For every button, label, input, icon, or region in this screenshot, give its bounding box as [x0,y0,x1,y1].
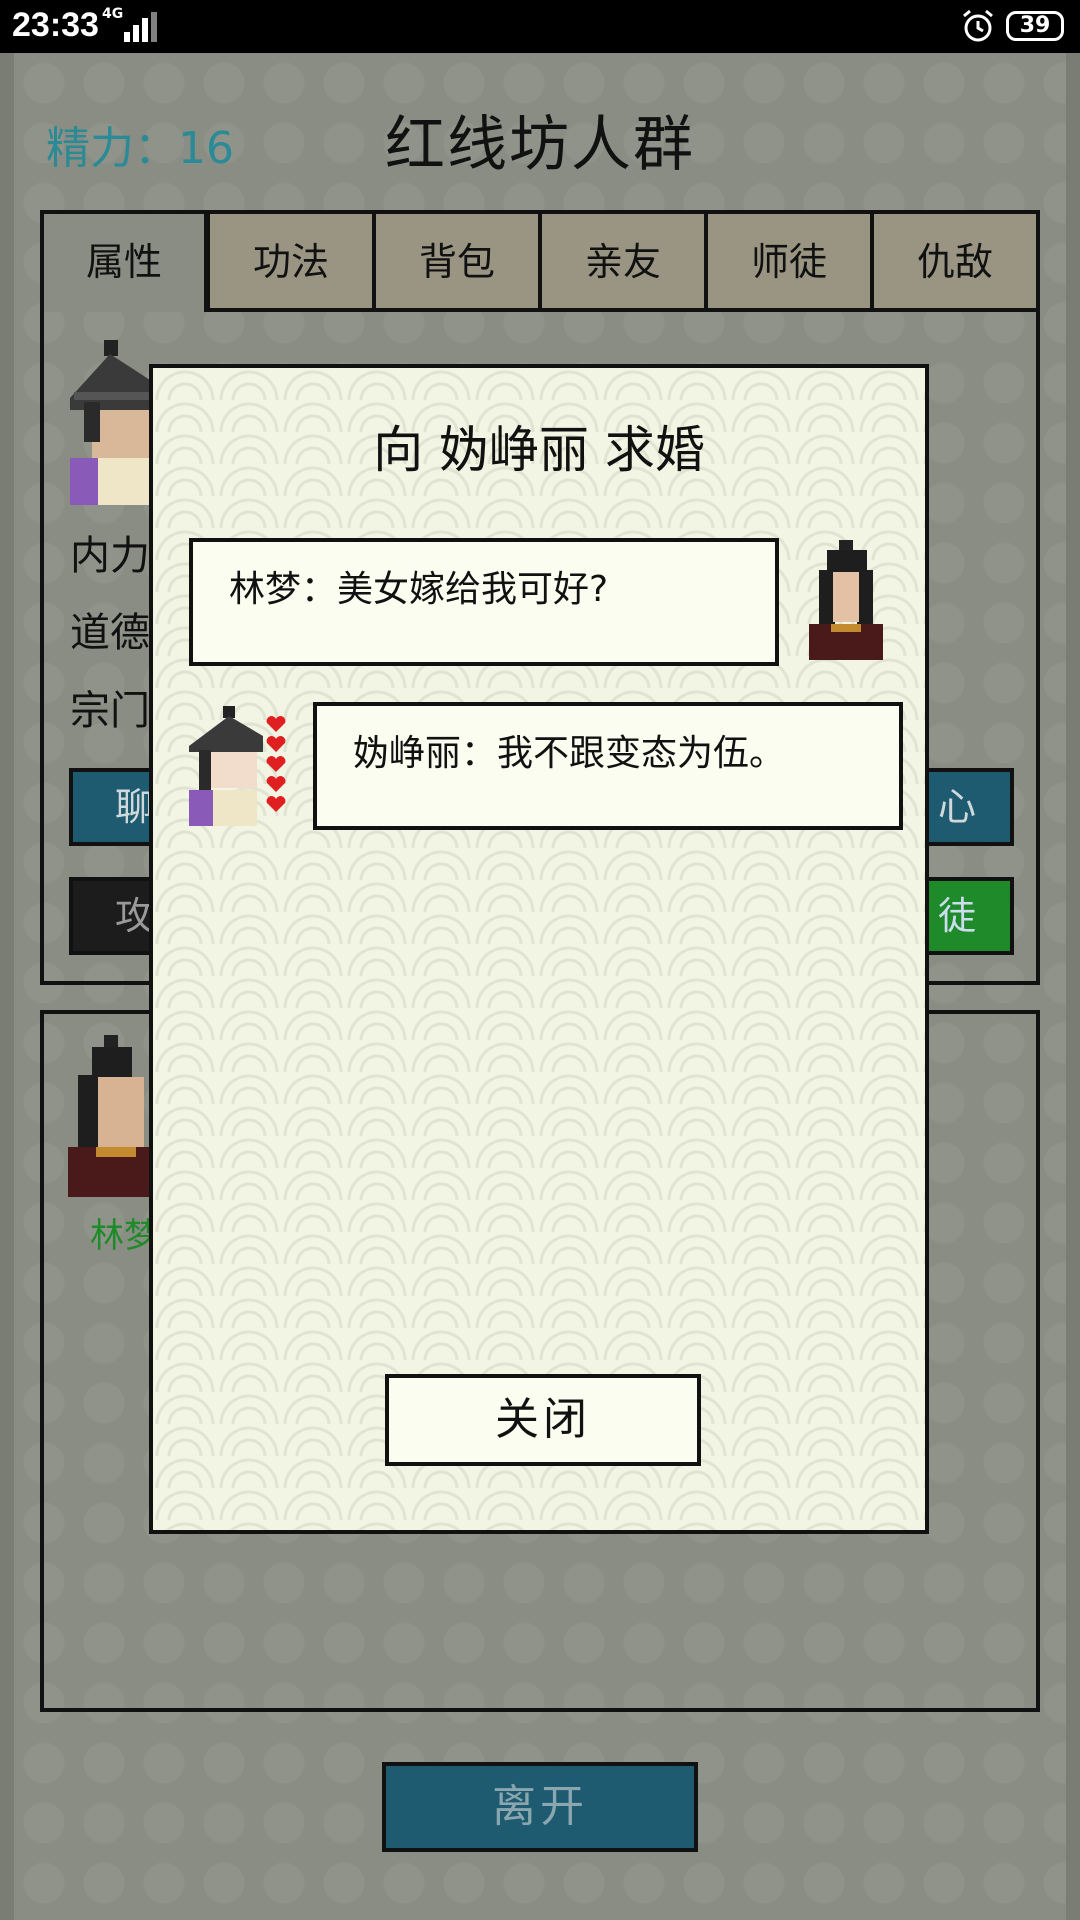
status-time: 23:33 [12,6,99,44]
status-bar: 23:33 4G 39 [0,0,1080,53]
page-title: 红线坊人群 [385,110,695,180]
heart-button[interactable]: 心 [920,768,1014,846]
leave-button[interactable]: 离开 [382,1762,698,1852]
speech-bubble-player: 林梦：美女嫁给我可好? [189,538,779,666]
proposal-dialog: 向 妫峥丽 求婚 林梦：美女嫁给我可好? 妫峥丽：我不跟变态为伍。 关闭 [149,364,929,1534]
network-indicator: 4G [102,6,124,22]
heart-icon [266,716,286,812]
npc-line: 妫峥丽：我不跟变态为伍。 [353,733,786,774]
tab-enemies[interactable]: 仇敌 [870,210,1040,312]
list-item-name[interactable]: 林梦 [90,1208,158,1257]
tab-attributes[interactable]: 属性 [40,210,208,312]
stat-morality-label: 道德 [70,610,150,656]
stat-sect-label: 宗门 [70,688,150,734]
list-avatar[interactable] [68,1035,150,1197]
signal-icon [124,12,160,42]
tab-bar: 属性 功法 背包 亲友 师徒 仇敌 [40,210,1040,312]
battery-icon: 39 [1006,11,1064,41]
attack-button[interactable]: 攻 [69,877,159,955]
stat-neili-label: 内力 [70,533,150,579]
tab-backpack[interactable]: 背包 [372,210,542,312]
apprentice-button[interactable]: 徒 [920,877,1014,955]
player-line: 林梦：美女嫁给我可好? [229,569,609,610]
tab-master-apprentice[interactable]: 师徒 [704,210,874,312]
dialog-title: 向 妫峥丽 求婚 [373,421,705,479]
character-portrait [70,340,150,505]
alarm-icon [963,9,993,42]
npc-avatar [809,540,883,660]
close-button[interactable]: 关闭 [385,1374,701,1466]
speech-bubble-npc: 妫峥丽：我不跟变态为伍。 [313,702,903,830]
tab-skills[interactable]: 功法 [206,210,376,312]
tab-friends[interactable]: 亲友 [538,210,708,312]
chat-button[interactable]: 聊 [69,768,159,846]
